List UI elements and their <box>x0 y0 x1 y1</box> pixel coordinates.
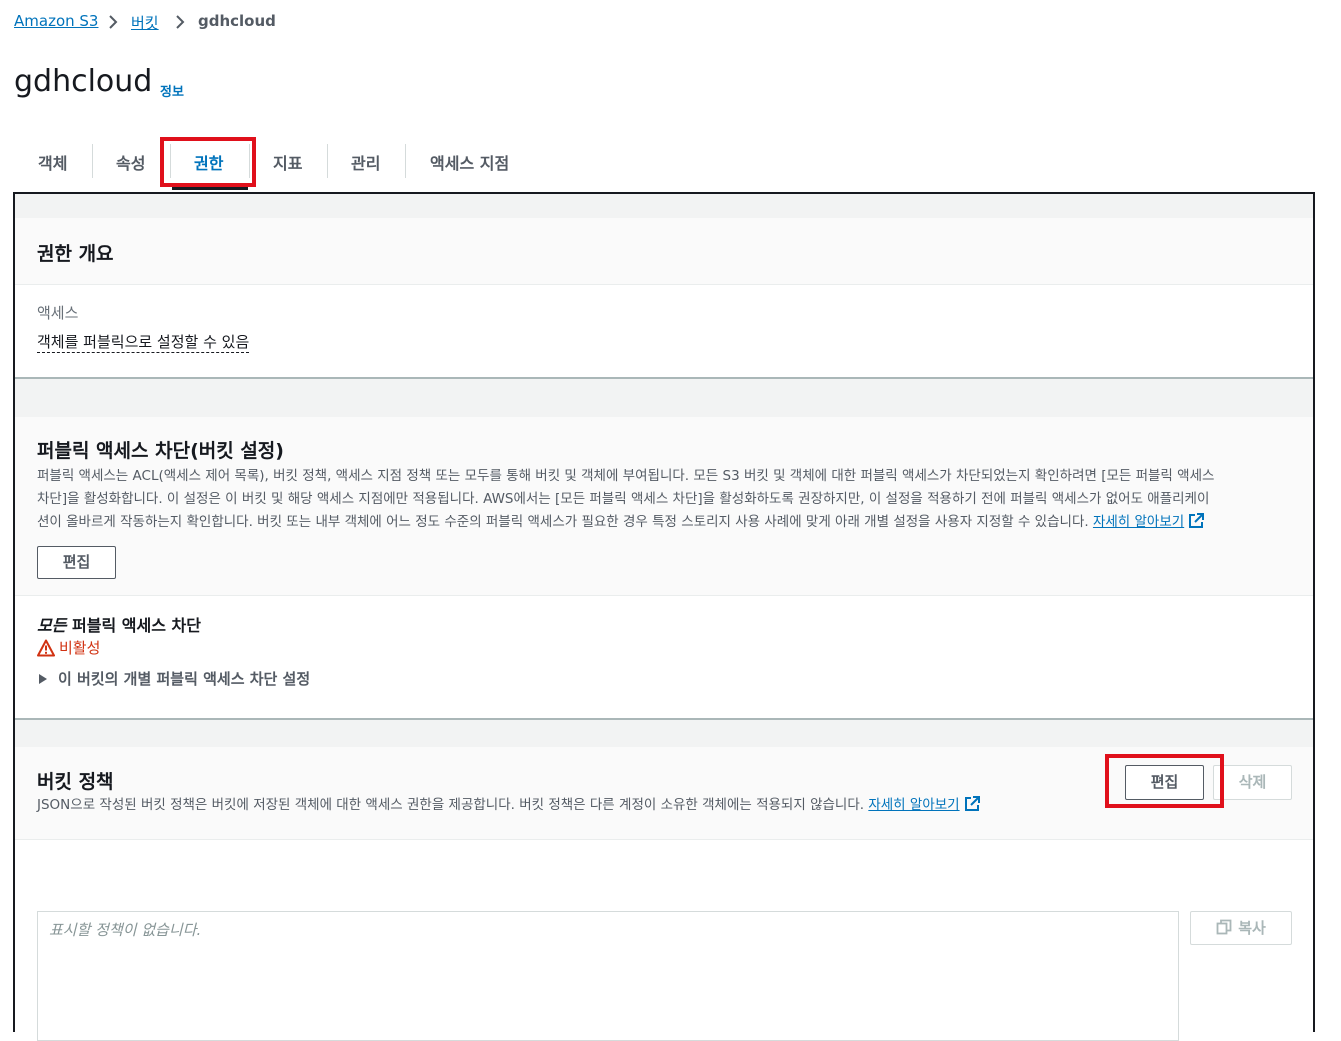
permissions-panel: 권한 개요 액세스 객체를 퍼블릭으로 설정할 수 있음 퍼블릭 액세스 차단(… <box>13 192 1315 1041</box>
tab-management[interactable]: 관리 <box>351 150 380 174</box>
copy-button: 복사 <box>1190 911 1292 945</box>
block-public-access-title: 퍼블릭 액세스 차단(버킷 설정) <box>37 440 284 462</box>
description-text: JSON으로 작성된 버킷 정책은 버킷에 저장된 객체에 대한 액세스 권한을… <box>37 797 865 813</box>
bucket-policy-body: 표시할 정책이 없습니다. 복사 <box>15 840 1313 1041</box>
chevron-right-icon <box>109 15 118 29</box>
overview-header: 권한 개요 <box>15 218 1313 284</box>
breadcrumb-current: gdhcloud <box>198 12 276 30</box>
block-public-access-description-line2: 차단]을 활성화합니다. 이 설정은 이 버킷 및 해당 액세스 지점에만 적용… <box>37 491 1210 507</box>
block-public-access-header: 퍼블릭 액세스 차단(버킷 설정) 퍼블릭 액세스는 ACL(액세스 제어 목록… <box>15 417 1313 595</box>
expand-individual-settings[interactable]: 이 버킷의 개별 퍼블릭 액세스 차단 설정 <box>58 668 310 689</box>
tab-objects[interactable]: 객체 <box>38 150 67 174</box>
overview-title: 권한 개요 <box>37 243 114 265</box>
copy-button-label: 복사 <box>1238 919 1266 937</box>
tab-metrics[interactable]: 지표 <box>273 150 302 174</box>
page-title: gdhcloud <box>14 64 153 99</box>
tab-divider <box>405 144 406 178</box>
warning-icon <box>37 639 55 657</box>
tab-divider <box>92 144 93 178</box>
access-value[interactable]: 객체를 퍼블릭으로 설정할 수 있음 <box>37 331 250 353</box>
description-text: 션이 올바르게 작동하는지 확인합니다. 버킷 또는 내부 객체에 어느 정도 … <box>37 514 1089 530</box>
bucket-policy-title: 버킷 정책 <box>37 771 114 793</box>
title-italic-part: 모든 <box>37 616 67 635</box>
tab-properties[interactable]: 속성 <box>116 150 145 174</box>
external-link-icon[interactable] <box>964 796 980 812</box>
policy-editor[interactable]: 표시할 정책이 없습니다. <box>37 911 1179 1041</box>
external-link-icon[interactable] <box>1188 513 1205 529</box>
section-divider <box>15 377 1313 379</box>
info-link[interactable]: 정보 <box>160 81 184 100</box>
overview-body: 액세스 객체를 퍼블릭으로 설정할 수 있음 <box>15 285 1313 377</box>
caret-right-icon[interactable] <box>37 672 49 686</box>
access-label: 액세스 <box>37 304 79 322</box>
title-rest-part: 퍼블릭 액세스 차단 <box>66 616 201 635</box>
chevron-right-icon <box>176 15 185 29</box>
copy-icon <box>1216 919 1232 935</box>
bucket-policy-delete-button: 삭제 <box>1213 765 1292 800</box>
block-public-access-edit-button[interactable]: 편집 <box>37 546 116 579</box>
policy-placeholder: 표시할 정책이 없습니다. <box>49 921 202 939</box>
block-public-access-description-line1: 퍼블릭 액세스는 ACL(액세스 제어 목록), 버킷 정책, 액세스 지점 정… <box>37 468 1215 484</box>
block-all-public-access-title: 모든 퍼블릭 액세스 차단 <box>37 612 201 636</box>
tab-access-points[interactable]: 액세스 지점 <box>430 150 509 174</box>
bucket-policy-description: JSON으로 작성된 버킷 정책은 버킷에 저장된 객체에 대한 액세스 권한을… <box>37 794 980 817</box>
breadcrumb-link-buckets[interactable]: 버킷 <box>131 12 159 33</box>
highlight-box-permissions-tab <box>160 137 256 187</box>
section-divider <box>15 718 1313 720</box>
highlight-box-policy-edit <box>1105 754 1224 808</box>
learn-more-link[interactable]: 자세히 알아보기 <box>1093 514 1184 530</box>
block-public-access-body: 모든 퍼블릭 액세스 차단 비활성 이 버킷의 개별 퍼블릭 액세스 차단 설정 <box>15 596 1313 718</box>
breadcrumb-link-s3[interactable]: Amazon S3 <box>14 12 98 30</box>
status-badge: 비활성 <box>59 639 101 657</box>
tab-divider <box>327 144 328 178</box>
block-public-access-description-line3: 션이 올바르게 작동하는지 확인합니다. 버킷 또는 내부 객체에 어느 정도 … <box>37 511 1205 534</box>
learn-more-link[interactable]: 자세히 알아보기 <box>868 797 959 813</box>
